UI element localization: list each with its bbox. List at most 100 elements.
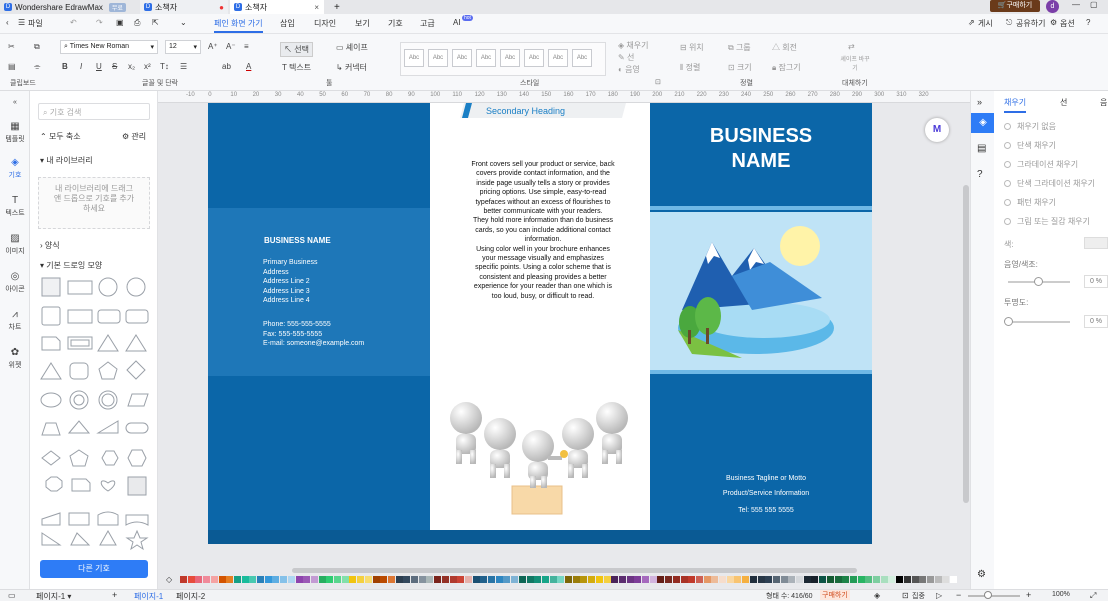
color-swatch[interactable] bbox=[195, 576, 203, 583]
font-decrease-icon[interactable]: A⁻ bbox=[226, 42, 236, 51]
color-swatch[interactable] bbox=[310, 576, 318, 583]
color-swatch[interactable] bbox=[719, 576, 726, 583]
color-swatch[interactable] bbox=[811, 576, 819, 583]
mountain-illustration[interactable] bbox=[672, 218, 840, 366]
color-swatch[interactable] bbox=[819, 576, 827, 583]
body-text[interactable]: Front covers sell your product or servic… bbox=[470, 160, 616, 301]
fill-button[interactable]: ◈ 채우기 bbox=[618, 40, 648, 51]
color-swatch[interactable] bbox=[280, 576, 288, 583]
option-solid-gradient-fill[interactable]: 단색 그라데이션 채우기 bbox=[1004, 178, 1095, 189]
style-swatch[interactable]: Abc bbox=[572, 49, 592, 67]
maximize-icon[interactable]: ▢ bbox=[1090, 0, 1098, 9]
shape-tool[interactable]: ▭ 셰이프 bbox=[336, 42, 368, 53]
color-swatch[interactable] bbox=[611, 576, 619, 583]
color-swatch[interactable] bbox=[780, 576, 788, 583]
color-swatch[interactable] bbox=[334, 576, 341, 583]
minimize-icon[interactable]: — bbox=[1072, 0, 1080, 9]
manage-button[interactable]: ⚙ 관리 bbox=[122, 131, 146, 142]
color-swatch[interactable] bbox=[649, 576, 657, 583]
tab-shadow[interactable]: 음 bbox=[1100, 97, 1107, 108]
color-swatch[interactable] bbox=[580, 576, 588, 583]
connector-tool[interactable]: ↳ 커넥터 bbox=[336, 62, 367, 73]
color-swatch[interactable] bbox=[387, 576, 395, 583]
color-swatch[interactable] bbox=[203, 576, 211, 583]
font-family-select[interactable]: ⌕ Times New Roman ▾ bbox=[60, 40, 158, 54]
superscript-icon[interactable]: x² bbox=[144, 62, 151, 71]
more-symbols-button[interactable]: 다른 기호 bbox=[40, 560, 148, 578]
color-swatch[interactable] bbox=[695, 576, 703, 583]
color-swatch[interactable] bbox=[518, 576, 526, 583]
color-swatch[interactable] bbox=[241, 576, 249, 583]
copy-icon[interactable]: ⧉ bbox=[34, 42, 40, 52]
color-swatch[interactable] bbox=[257, 576, 264, 583]
color-swatch[interactable] bbox=[326, 576, 334, 583]
color-swatch[interactable] bbox=[603, 576, 611, 583]
product-info[interactable]: Product/Service Information bbox=[650, 489, 882, 499]
color-swatch[interactable] bbox=[803, 576, 811, 583]
transparency-slider-handle[interactable] bbox=[1004, 317, 1013, 326]
replace-shape-icon[interactable]: ⇄ bbox=[848, 42, 855, 51]
color-swatch[interactable] bbox=[295, 576, 303, 583]
style-swatch[interactable]: Abc bbox=[476, 49, 496, 67]
nav-image[interactable]: ▨ 이미지 bbox=[0, 233, 30, 256]
color-swatch[interactable] bbox=[765, 576, 773, 583]
color-swatch[interactable] bbox=[264, 576, 272, 583]
color-swatch[interactable] bbox=[726, 576, 734, 583]
color-swatch[interactable] bbox=[665, 576, 673, 583]
style-swatch[interactable]: Abc bbox=[548, 49, 568, 67]
style-swatch[interactable]: Abc bbox=[404, 49, 424, 67]
option-picture-fill[interactable]: 그림 또는 질감 채우기 bbox=[1004, 216, 1090, 227]
color-swatch[interactable] bbox=[357, 576, 365, 583]
zoom-slider-handle[interactable] bbox=[984, 591, 992, 599]
nav-widget[interactable]: ✿ 위젯 bbox=[0, 347, 30, 370]
color-swatch[interactable] bbox=[873, 576, 880, 583]
text-tool[interactable]: T 텍스트 bbox=[282, 62, 311, 73]
font-increase-icon[interactable]: A⁺ bbox=[208, 42, 218, 51]
zoom-in-icon[interactable]: + bbox=[1026, 590, 1031, 600]
color-swatch[interactable] bbox=[595, 576, 603, 583]
transparency-slider[interactable] bbox=[1008, 321, 1070, 323]
color-swatch[interactable] bbox=[426, 576, 434, 583]
color-swatch[interactable] bbox=[734, 576, 742, 583]
color-swatch[interactable] bbox=[742, 576, 750, 583]
avatar[interactable]: d bbox=[1046, 0, 1059, 13]
color-swatch[interactable] bbox=[418, 576, 426, 583]
print-icon[interactable]: ⎙ bbox=[134, 18, 140, 28]
tab-fill[interactable]: 채우기 bbox=[1004, 97, 1027, 113]
left-business-name[interactable]: BUSINESS NAME bbox=[264, 236, 331, 246]
color-swatch[interactable] bbox=[772, 576, 780, 583]
color-swatch[interactable] bbox=[950, 576, 957, 583]
color-swatch[interactable] bbox=[411, 576, 418, 583]
option-solid-fill[interactable]: 단색 채우기 bbox=[1004, 140, 1056, 151]
size-button[interactable]: ⊡ 크기 bbox=[728, 62, 752, 73]
color-swatch[interactable] bbox=[572, 576, 580, 583]
tel[interactable]: Tel: 555 555 5555 bbox=[650, 506, 882, 516]
color-swatch[interactable] bbox=[849, 576, 857, 583]
layers-icon[interactable]: ◈ bbox=[874, 591, 880, 600]
color-swatch[interactable] bbox=[503, 576, 511, 583]
color-swatch[interactable] bbox=[187, 576, 195, 583]
color-swatch[interactable] bbox=[511, 576, 519, 583]
lock-button[interactable]: 🔒︎ 잠그기 bbox=[772, 62, 801, 73]
menu-file[interactable]: 파일 bbox=[28, 18, 43, 29]
page-tab-2[interactable]: 페이지-2 bbox=[176, 591, 205, 601]
bold-icon[interactable]: B bbox=[62, 62, 68, 71]
tagline[interactable]: Business Tagline or Motto bbox=[650, 474, 882, 484]
color-swatch[interactable] bbox=[703, 576, 711, 583]
option-no-fill[interactable]: 채우기 없음 bbox=[1004, 121, 1056, 132]
color-swatch[interactable] bbox=[272, 576, 280, 583]
color-swatch[interactable] bbox=[942, 576, 950, 583]
menu-view[interactable]: 보기 bbox=[355, 18, 370, 29]
group-button[interactable]: ⧉ 그룹 bbox=[728, 42, 751, 53]
color-swatch[interactable] bbox=[534, 576, 542, 583]
zoom-out-icon[interactable]: − bbox=[956, 590, 961, 600]
color-swatch[interactable] bbox=[911, 576, 919, 583]
transparency-value[interactable]: 0 % bbox=[1084, 315, 1108, 328]
close-icon[interactable]: × bbox=[314, 3, 319, 12]
color-swatch[interactable] bbox=[672, 576, 680, 583]
vertical-scrollbar[interactable] bbox=[963, 185, 969, 503]
text-spacing-icon[interactable]: T↕ bbox=[160, 62, 169, 71]
color-swatch[interactable] bbox=[680, 576, 688, 583]
subscript-icon[interactable]: x₂ bbox=[128, 62, 135, 71]
page-panel-icon[interactable]: ▤ bbox=[977, 143, 986, 154]
